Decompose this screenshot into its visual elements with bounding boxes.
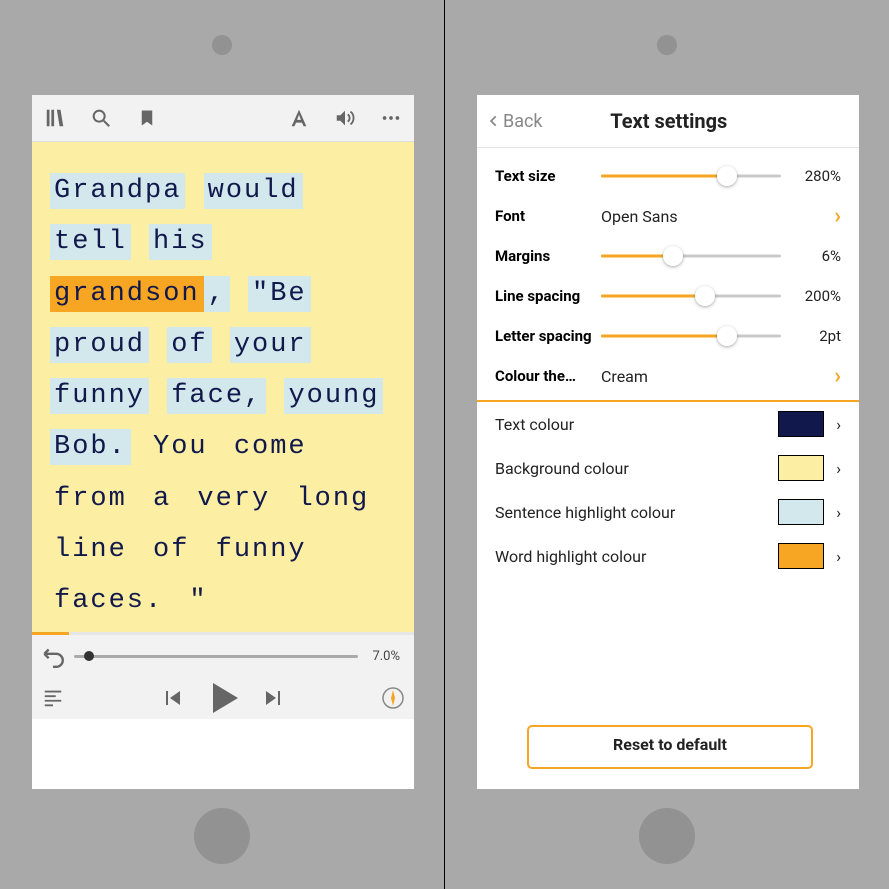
font-row[interactable]: Font Open Sans › xyxy=(495,196,841,236)
reader-word[interactable]: Bob. xyxy=(50,429,131,465)
line-spacing-row: Line spacing 200% xyxy=(495,276,841,316)
settings-title: Text settings xyxy=(489,109,849,133)
colour-label: Word highlight colour xyxy=(495,547,778,566)
library-icon[interactable] xyxy=(32,107,78,129)
margins-label: Margins xyxy=(495,247,601,265)
reader-word[interactable]: young xyxy=(284,378,383,414)
reader-word[interactable]: "Be xyxy=(248,276,311,312)
reader-word[interactable]: his xyxy=(149,224,212,260)
reader-word[interactable]: " xyxy=(185,583,211,619)
text-size-label: Text size xyxy=(495,167,601,185)
home-button[interactable] xyxy=(639,808,695,864)
chevron-right-icon: › xyxy=(836,503,841,522)
front-camera-icon xyxy=(657,35,677,55)
reader-word[interactable]: face, xyxy=(167,378,266,414)
volume-icon[interactable] xyxy=(322,107,368,129)
reader-word[interactable]: tell xyxy=(50,224,131,260)
reading-progress-bar xyxy=(32,632,414,635)
reader-word[interactable]: , xyxy=(204,276,230,312)
next-icon[interactable] xyxy=(253,686,295,710)
reader-word[interactable]: funny xyxy=(50,378,149,414)
colour-theme-value: Cream xyxy=(601,367,819,386)
colour-swatch xyxy=(778,411,824,437)
player-controls: 7.0% xyxy=(32,635,414,719)
margins-value: 6% xyxy=(781,247,841,265)
settings-screen: Back Text settings Text size 280% Font O… xyxy=(477,95,859,789)
reader-body[interactable]: Grandpa would tell his grandson, "Be pro… xyxy=(32,142,414,632)
colour-swatch xyxy=(778,455,824,481)
text-align-icon[interactable] xyxy=(32,687,74,709)
reader-word[interactable]: of xyxy=(149,532,193,568)
search-icon[interactable] xyxy=(78,107,124,129)
letter-spacing-row: Letter spacing 2pt xyxy=(495,316,841,356)
colour-row[interactable]: Word highlight colour › xyxy=(495,534,841,578)
device-left: Grandpa would tell his grandson, "Be pro… xyxy=(0,0,444,889)
chevron-right-icon: › xyxy=(819,364,841,389)
play-icon[interactable] xyxy=(193,678,253,718)
font-value: Open Sans xyxy=(601,207,819,226)
reader-screen: Grandpa would tell his grandson, "Be pro… xyxy=(32,95,414,789)
font-icon[interactable] xyxy=(276,107,322,129)
colour-theme-row[interactable]: Colour the… Cream › xyxy=(495,356,841,396)
chevron-right-icon: › xyxy=(836,459,841,478)
reader-word[interactable]: line xyxy=(50,532,131,568)
device-right: Back Text settings Text size 280% Font O… xyxy=(445,0,889,889)
margins-row: Margins 6% xyxy=(495,236,841,276)
more-icon[interactable] xyxy=(368,107,414,129)
colour-swatch xyxy=(778,543,824,569)
home-button[interactable] xyxy=(194,808,250,864)
text-size-slider[interactable] xyxy=(601,166,781,186)
text-size-value: 280% xyxy=(781,167,841,185)
reader-word[interactable]: come xyxy=(230,429,311,465)
colour-row[interactable]: Text colour › xyxy=(495,402,841,446)
reader-word[interactable]: Grandpa xyxy=(50,173,185,209)
letter-spacing-value: 2pt xyxy=(781,327,841,345)
colour-label: Text colour xyxy=(495,415,778,434)
reset-button[interactable]: Reset to default xyxy=(527,725,813,769)
front-camera-icon xyxy=(212,35,232,55)
letter-spacing-slider[interactable] xyxy=(601,326,781,346)
bookmark-icon[interactable] xyxy=(124,107,170,129)
reader-word[interactable]: very xyxy=(193,481,274,517)
line-spacing-slider[interactable] xyxy=(601,286,781,306)
reader-word[interactable]: would xyxy=(204,173,303,209)
settings-header: Back Text settings xyxy=(477,95,859,148)
reader-word[interactable]: funny xyxy=(212,532,311,568)
scrub-slider[interactable] xyxy=(74,646,358,666)
highlighted-word[interactable]: grandson xyxy=(50,276,204,312)
colour-swatch xyxy=(778,499,824,525)
reader-toolbar xyxy=(32,95,414,142)
text-size-row: Text size 280% xyxy=(495,156,841,196)
letter-spacing-label: Letter spacing xyxy=(495,327,601,345)
chevron-right-icon: › xyxy=(819,204,841,229)
line-spacing-label: Line spacing xyxy=(495,287,601,305)
progress-percent-label: 7.0% xyxy=(358,649,414,664)
compass-icon[interactable] xyxy=(372,686,414,710)
reader-word[interactable]: faces. xyxy=(50,583,167,619)
line-spacing-value: 200% xyxy=(781,287,841,305)
undo-icon[interactable] xyxy=(32,643,74,669)
reader-word[interactable]: long xyxy=(292,481,373,517)
settings-body: Text size 280% Font Open Sans › Margins … xyxy=(477,148,859,578)
reader-word[interactable]: of xyxy=(167,327,211,363)
chevron-right-icon: › xyxy=(836,547,841,566)
chevron-right-icon: › xyxy=(836,415,841,434)
reader-word[interactable]: your xyxy=(230,327,311,363)
colour-label: Background colour xyxy=(495,459,778,478)
reader-word[interactable]: from xyxy=(50,481,131,517)
reader-word[interactable]: a xyxy=(149,481,175,517)
colour-row[interactable]: Background colour › xyxy=(495,446,841,490)
colour-row[interactable]: Sentence highlight colour › xyxy=(495,490,841,534)
reader-word[interactable]: You xyxy=(149,429,212,465)
reader-word[interactable]: proud xyxy=(50,327,149,363)
previous-icon[interactable] xyxy=(151,686,193,710)
colour-theme-label: Colour the… xyxy=(495,367,601,385)
margins-slider[interactable] xyxy=(601,246,781,266)
colour-label: Sentence highlight colour xyxy=(495,503,778,522)
font-label: Font xyxy=(495,207,601,225)
